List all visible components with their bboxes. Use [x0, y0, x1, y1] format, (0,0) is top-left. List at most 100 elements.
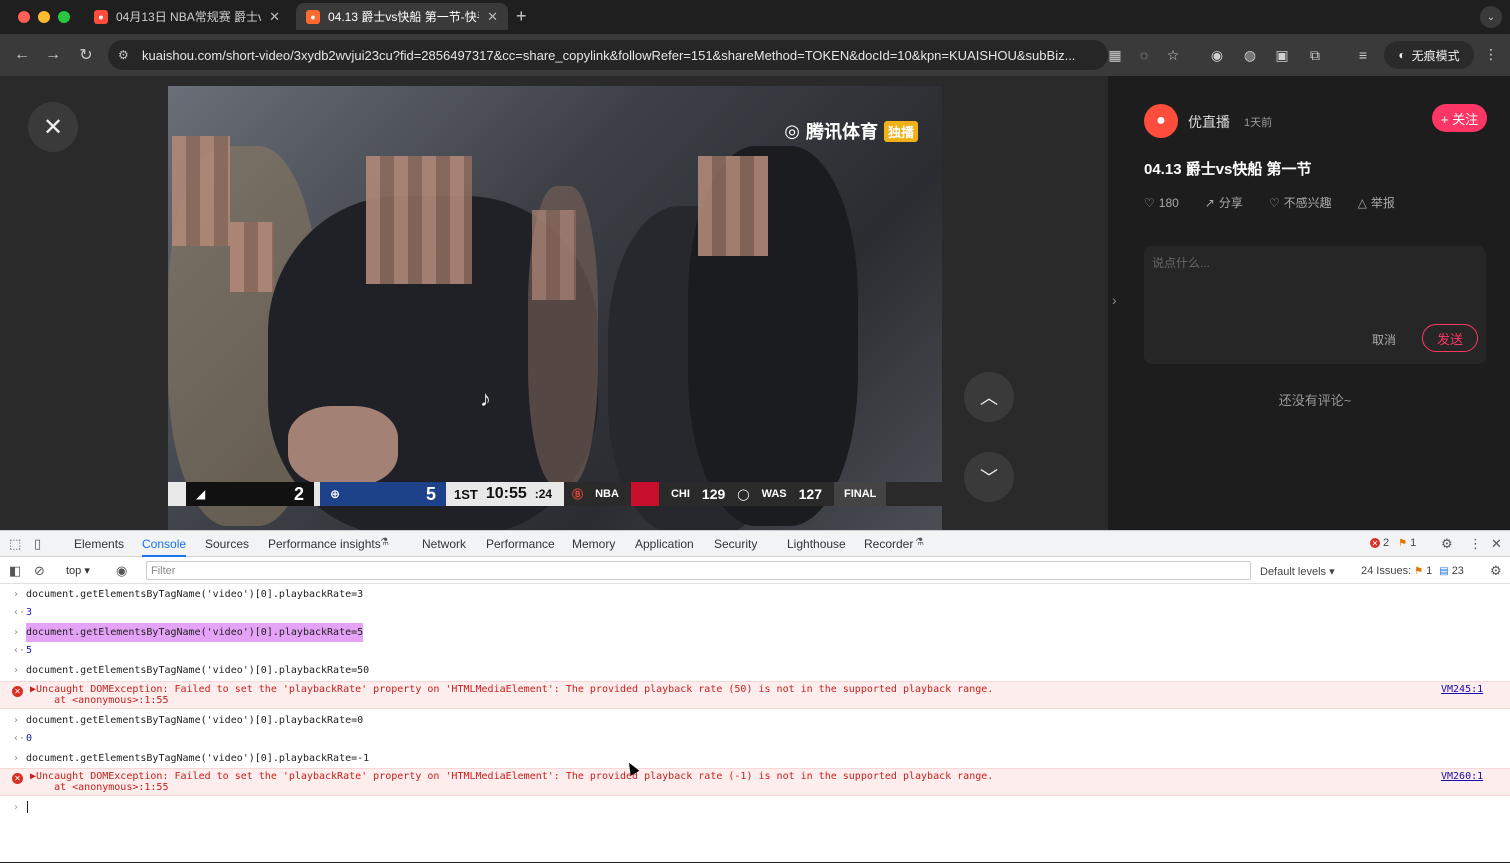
console-toolbar: ◧ ⊘ top ▾ ◉ Default levels ▾ 24 Issues: …	[0, 558, 1510, 584]
tab-memory[interactable]: Memory	[572, 537, 615, 551]
blurred-face	[532, 210, 576, 300]
issues-label: 24 Issues:	[1361, 565, 1412, 577]
send-comment-button[interactable]: 发送	[1422, 324, 1478, 352]
window-zoom-button[interactable]	[58, 11, 70, 23]
comment-box: 取消 发送	[1144, 246, 1486, 364]
incognito-button[interactable]: ◐ 无痕模式	[1384, 41, 1474, 69]
console-output-line: ‹· 3	[0, 607, 1510, 623]
like-button[interactable]: ♡ 180	[1144, 194, 1179, 211]
console-input-line[interactable]: › document.getElementsByTagName('video')…	[0, 715, 1510, 731]
info-sidebar: › ● 优直播 1天前 + 关注 04.13 爵士vs快船 第一节 ♡ 180 ↗…	[1108, 76, 1510, 530]
inspect-element-icon[interactable]: ⬚	[9, 536, 21, 552]
close-devtools-icon[interactable]: ✕	[1491, 536, 1502, 552]
text-caret	[27, 801, 29, 813]
tab-close-icon[interactable]: ✕	[269, 9, 280, 25]
live-expression-eye-icon[interactable]: ◉	[116, 563, 127, 579]
close-video-button[interactable]: ✕	[28, 102, 78, 152]
browser-tab-2-active[interactable]: ● 04.13 爵士vs快船 第一节-快手 ✕	[296, 3, 508, 30]
cancel-comment-button[interactable]: 取消	[1372, 331, 1396, 348]
spectator-hand	[288, 406, 398, 486]
puzzle-extensions-icon[interactable]: ⧉	[1306, 46, 1324, 64]
tab-application[interactable]: Application	[635, 537, 694, 551]
tab-elements[interactable]: Elements	[74, 537, 124, 551]
forward-arrow-icon[interactable]: →	[43, 45, 63, 65]
address-bar[interactable]: ⚙ kuaishou.com/short-video/3xydb2wvjui23…	[108, 40, 1108, 70]
previous-video-button[interactable]: ︿	[964, 372, 1014, 422]
console-output-value: 0	[26, 733, 33, 744]
settings-gear-icon[interactable]: ⚙	[1441, 536, 1453, 552]
error-counter[interactable]: ✕ 2 ⚑ 1	[1370, 537, 1416, 549]
console-output[interactable]: › document.getElementsByTagName('video')…	[0, 585, 1510, 863]
extension-icon[interactable]: ◍	[1241, 46, 1259, 64]
next-video-button[interactable]: ﹀	[964, 452, 1014, 502]
input-chevron-icon: ›	[13, 665, 20, 676]
comment-input[interactable]	[1152, 256, 1472, 270]
log-levels-dropdown[interactable]: Default levels ▾	[1260, 565, 1335, 578]
game-clock: 10:55	[485, 485, 527, 502]
more-options-icon[interactable]: ⋮	[1469, 536, 1482, 552]
new-tab-button[interactable]: +	[516, 6, 527, 27]
tab-sources[interactable]: Sources	[205, 537, 249, 551]
not-interested-button[interactable]: ♡ 不感兴趣	[1269, 194, 1332, 211]
console-input-line[interactable]: › document.getElementsByTagName('video')…	[0, 665, 1510, 681]
reload-icon[interactable]: ↻	[76, 45, 96, 65]
clear-console-icon[interactable]: ⊘	[34, 563, 45, 579]
console-input-line[interactable]: › document.getElementsByTagName('video')…	[0, 589, 1510, 605]
back-arrow-icon[interactable]: ←	[12, 45, 32, 65]
collapse-sidebar-chevron-icon[interactable]: ›	[1112, 292, 1117, 308]
output-arrow-icon: ‹·	[13, 645, 26, 656]
ticker-score2: 127	[798, 486, 822, 502]
tab-performance[interactable]: Performance	[486, 537, 555, 551]
console-prompt[interactable]: ›	[13, 801, 29, 813]
wizards-logo-icon: ◯	[737, 488, 750, 501]
eye-off-icon[interactable]: ◌	[1135, 46, 1153, 64]
ticker-status: FINAL	[834, 482, 887, 506]
tab-title: 04.13 爵士vs快船 第一节-快手	[328, 10, 480, 24]
author-name[interactable]: 优直播	[1188, 112, 1230, 132]
jazz-logo-icon: ◢	[196, 487, 206, 501]
browser-toolbar: ← → ↻ ⚙ kuaishou.com/short-video/3xydb2w…	[0, 34, 1510, 76]
share-button[interactable]: ↗ 分享	[1205, 194, 1243, 211]
console-filter-input[interactable]	[146, 561, 1251, 580]
team2-score: 5	[425, 483, 436, 504]
issues-counter[interactable]: 24 Issues: ⚑ 1 ▤ 23	[1361, 565, 1464, 577]
device-toolbar-icon[interactable]: ▯	[34, 536, 41, 552]
tab-lighthouse[interactable]: Lighthouse	[787, 537, 846, 551]
browser-tab-1[interactable]: ● 04月13日 NBA常规赛 爵士vs快 ✕	[84, 3, 290, 30]
tab-console[interactable]: Console	[142, 537, 187, 557]
console-error-text: ▶Uncaught DOMException: Failed to set th…	[30, 771, 994, 793]
console-input-text: document.getElementsByTagName('video')[0…	[26, 753, 370, 764]
error-source-link[interactable]: VM245:1	[1441, 684, 1483, 695]
console-settings-gear-icon[interactable]: ⚙	[1490, 563, 1502, 579]
camera-extension-icon[interactable]: ◉	[1208, 46, 1226, 64]
tab-close-icon[interactable]: ✕	[487, 9, 498, 25]
shot-clock: :24	[534, 487, 553, 501]
context-selector[interactable]: top ▾	[66, 564, 90, 577]
browser-menu-icon[interactable]: ⋮	[1484, 46, 1498, 63]
qr-code-icon[interactable]: ▦	[1106, 46, 1124, 64]
report-button[interactable]: △ 举报	[1358, 194, 1395, 211]
tab-network[interactable]: Network	[422, 537, 466, 551]
console-input-line[interactable]: › document.getElementsByTagName('video')…	[0, 753, 1510, 769]
extension-icon[interactable]: ▣	[1273, 46, 1291, 64]
tab-performance-insights[interactable]: Performance insights	[268, 537, 381, 551]
tab-search-icon[interactable]: ⌄	[1480, 6, 1502, 28]
author-avatar[interactable]: ●	[1144, 104, 1178, 138]
url-text: kuaishou.com/short-video/3xydb2wvjui23cu…	[142, 47, 1076, 63]
window-close-button[interactable]	[18, 11, 30, 23]
error-source-link[interactable]: VM260:1	[1441, 771, 1483, 782]
sidebar-toggle-icon[interactable]: ◧	[9, 563, 21, 579]
site-info-icon[interactable]: ⚙	[118, 48, 138, 62]
info-message-icon: ▤	[1439, 565, 1449, 577]
tab-recorder[interactable]: Recorder	[864, 537, 913, 551]
tab-security[interactable]: Security	[714, 537, 757, 551]
follow-button[interactable]: + 关注	[1432, 104, 1487, 132]
video-player[interactable]: ◎ 腾讯体育 独播 ♪ ◢ 2 ⊕ 5 1ST 10:55 :24 Ⓑ NBA …	[168, 86, 942, 530]
console-output-line: ‹· 5	[0, 645, 1510, 661]
console-input-line[interactable]: › document.getElementsByTagName('video')…	[0, 623, 1510, 643]
reading-list-icon[interactable]: ≡	[1354, 46, 1372, 64]
bookmark-star-icon[interactable]: ☆	[1164, 46, 1182, 64]
console-error-line[interactable]: ✕ ▶Uncaught DOMException: Failed to set …	[0, 681, 1510, 709]
window-minimize-button[interactable]	[38, 11, 50, 23]
console-error-line[interactable]: ✕ ▶Uncaught DOMException: Failed to set …	[0, 768, 1510, 796]
